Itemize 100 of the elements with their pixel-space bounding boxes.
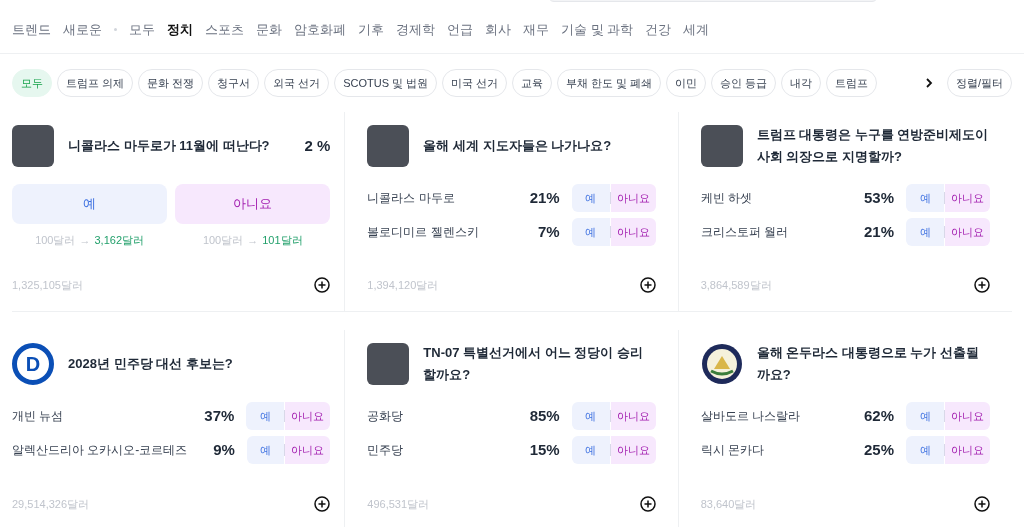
nav-tab[interactable]: 트렌드 — [12, 19, 51, 40]
nav-tab[interactable]: 건강 — [645, 19, 672, 40]
outcome-probability: 37% — [203, 405, 235, 426]
yes-button[interactable]: 예 — [12, 184, 168, 224]
market-title[interactable]: 2028년 민주당 대선 후보는? — [68, 353, 331, 375]
yes-button[interactable]: 예 — [906, 402, 944, 430]
no-button[interactable]: 아니요 — [945, 402, 990, 430]
filter-chip[interactable]: 미국 선거 — [442, 69, 508, 97]
yes-button[interactable]: 예 — [571, 436, 610, 464]
add-circle-icon[interactable] — [974, 276, 990, 293]
outcome-probability: 21% — [862, 221, 894, 242]
market-title[interactable]: TN-07 특별선거에서 어느 정당이 승리할까요? — [423, 342, 656, 386]
party-logo: D — [12, 343, 54, 385]
no-button[interactable]: 아니요 — [285, 402, 331, 430]
outcome-probability: 25% — [862, 439, 894, 460]
add-circle-icon[interactable] — [314, 495, 331, 512]
no-button[interactable]: 아니요 — [610, 402, 656, 430]
volume: 496,531달러 — [367, 496, 430, 512]
filter-chip[interactable]: 부채 한도 및 폐쇄 — [557, 69, 662, 97]
nav-tab[interactable]: 재무 — [523, 19, 549, 40]
volume: 83,640달러 — [700, 496, 757, 512]
payout-win: 3,162달러 — [94, 233, 144, 248]
probability: 2 % — [304, 135, 331, 156]
nav-tab[interactable]: 기술 및 과학 — [561, 19, 634, 40]
nav-tab[interactable]: 문화 — [256, 19, 282, 40]
nav-tab[interactable]: 언급 — [447, 19, 473, 40]
outcome-name: 크리스토퍼 월러 — [700, 224, 789, 241]
outcome-probability: 7% — [536, 221, 560, 242]
filter-chip[interactable]: 내각 — [781, 69, 822, 97]
filter-chip[interactable]: 문화 전쟁 — [138, 69, 204, 97]
outcome-name: 볼로디미르 젤렌스키 — [367, 224, 480, 241]
outcome-probability: 53% — [862, 187, 894, 208]
volume: 1,394,120달러 — [367, 277, 439, 293]
payout-stake: 100달러 — [35, 233, 76, 248]
outcome-name: 알렉산드리아 오카시오-코르테즈 — [12, 442, 188, 459]
arrow-icon: → — [247, 232, 259, 249]
add-circle-icon[interactable] — [639, 276, 656, 293]
outcome-name: 케빈 하셋 — [700, 190, 753, 207]
market-title[interactable]: 올해 세계 지도자들은 나가나요? — [423, 135, 656, 157]
filter-chip[interactable]: 트럼프 의제 — [57, 69, 134, 97]
payout-stake: 100달러 — [202, 233, 244, 248]
volume: 29,514,326달러 — [12, 496, 90, 512]
outcome-name: 민주당 — [367, 442, 405, 459]
nav-tab[interactable]: 암호화폐 — [294, 19, 346, 40]
outcome-name: 개빈 뉴섬 — [12, 408, 65, 425]
no-button[interactable]: 아니요 — [945, 218, 990, 246]
yes-button[interactable]: 예 — [906, 218, 944, 246]
nav-tab[interactable]: 스포츠 — [205, 19, 244, 40]
outcome-name: 공화당 — [367, 408, 405, 425]
nav-tab[interactable]: 기후 — [358, 19, 384, 40]
volume: 1,325,105달러 — [12, 277, 83, 293]
arrow-icon: → — [79, 232, 91, 249]
photo-placeholder — [367, 343, 410, 385]
outcome-name: 릭시 몬카다 — [700, 442, 765, 459]
filter-chip[interactable]: 승인 등급 — [711, 69, 777, 97]
no-button[interactable]: 아니요 — [175, 184, 331, 224]
payout-win: 101달러 — [262, 233, 303, 248]
outcome-probability: 15% — [528, 439, 560, 460]
yes-button[interactable]: 예 — [571, 184, 610, 212]
nav-tab[interactable]: 정치 — [167, 19, 193, 40]
market-title[interactable]: 니콜라스 마두로가 11월에 떠난다? — [68, 135, 291, 157]
yes-button[interactable]: 예 — [571, 218, 610, 246]
add-circle-icon[interactable] — [314, 276, 331, 293]
outcome-probability: 9% — [212, 439, 235, 460]
market-title[interactable]: 올해 온두라스 대통령으로 누가 선출될까요? — [756, 342, 990, 386]
outcome-name: 살바도르 나스랄라 — [700, 408, 801, 425]
market-title[interactable]: 트럼프 대통령은 누구를 연방준비제도이사회 의장으로 지명할까? — [756, 124, 990, 168]
yes-button[interactable]: 예 — [246, 402, 285, 430]
nav-tab[interactable]: 회사 — [485, 19, 511, 40]
no-button[interactable]: 아니요 — [945, 436, 990, 464]
filter-chip[interactable]: SCOTUS 및 법원 — [334, 69, 438, 97]
filter-chip[interactable]: 모두 — [12, 69, 52, 97]
yes-button[interactable]: 예 — [906, 436, 944, 464]
filter-chip[interactable]: 외국 선거 — [264, 69, 330, 97]
nav-tab[interactable]: 경제학 — [396, 19, 435, 40]
outcome-probability: 21% — [528, 187, 560, 208]
yes-button[interactable]: 예 — [571, 402, 610, 430]
filter-chip[interactable]: 트럼프 — [826, 69, 878, 97]
seal-emblem-icon — [700, 343, 743, 385]
no-button[interactable]: 아니요 — [610, 436, 656, 464]
photo-placeholder — [12, 125, 54, 167]
filter-chip[interactable]: 교육 — [512, 69, 553, 97]
no-button[interactable]: 아니요 — [945, 184, 990, 212]
photo-placeholder — [700, 125, 743, 167]
no-button[interactable]: 아니요 — [610, 218, 656, 246]
no-button[interactable]: 아니요 — [285, 436, 331, 464]
outcome-probability: 62% — [862, 405, 894, 426]
nav-tab[interactable]: 세계 — [683, 19, 710, 40]
yes-button[interactable]: 예 — [906, 184, 944, 212]
nav-tab[interactable]: 새로운 — [63, 19, 102, 40]
volume: 3,864,589달러 — [700, 277, 772, 293]
yes-button[interactable]: 예 — [246, 436, 285, 464]
add-circle-icon[interactable] — [639, 495, 656, 512]
filter-chip[interactable]: 청구서 — [208, 69, 260, 97]
add-circle-icon[interactable] — [974, 495, 990, 512]
photo-placeholder — [367, 125, 410, 167]
nav-tab[interactable]: 모두 — [129, 19, 155, 40]
outcome-probability: 85% — [528, 405, 560, 426]
no-button[interactable]: 아니요 — [610, 184, 656, 212]
filter-chip[interactable]: 이민 — [666, 69, 707, 97]
